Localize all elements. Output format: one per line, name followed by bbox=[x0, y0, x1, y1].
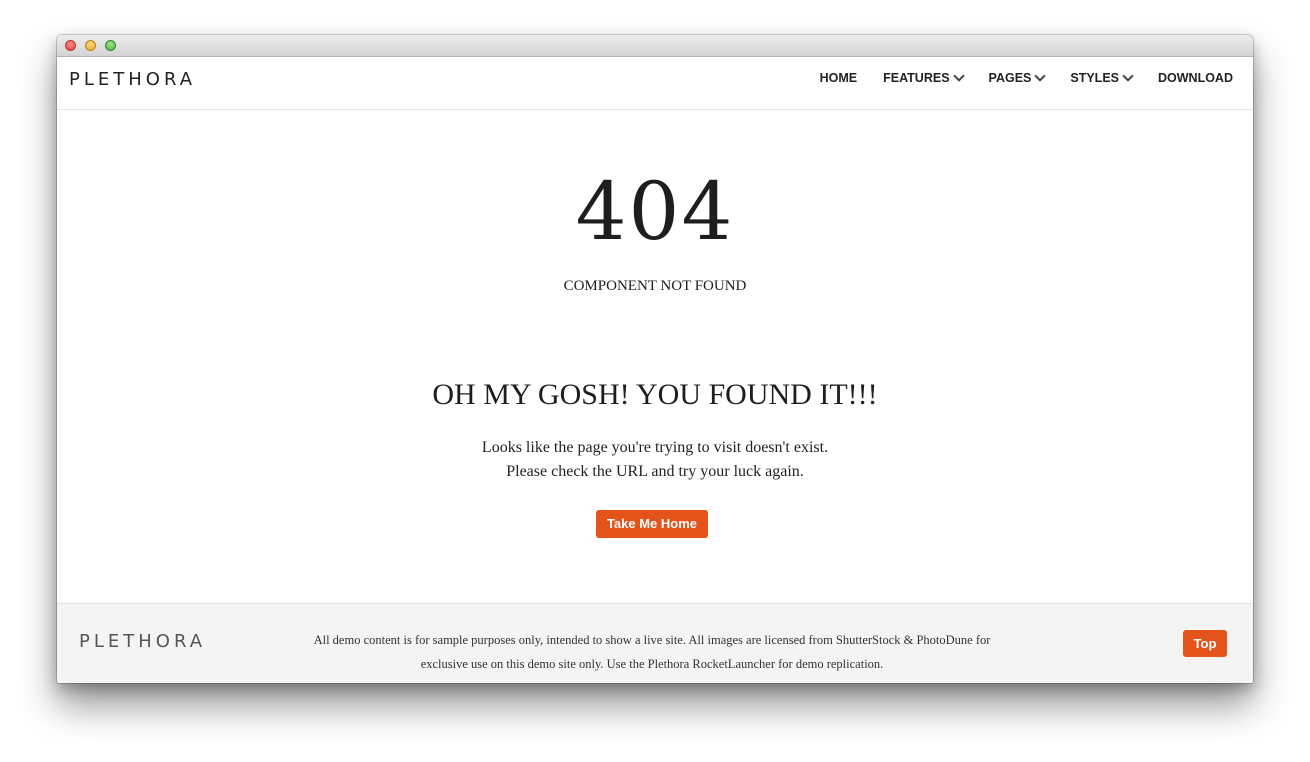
footer-logo[interactable]: PLETHORA bbox=[79, 631, 206, 652]
site-footer: PLETHORA All demo content is for sample … bbox=[57, 603, 1253, 683]
close-window-button[interactable] bbox=[65, 40, 76, 51]
nav-item-home[interactable]: HOME bbox=[820, 71, 858, 85]
nav-item-label: PAGES bbox=[988, 71, 1032, 85]
take-me-home-button[interactable]: Take Me Home bbox=[596, 510, 708, 538]
footer-disclaimer-line: exclusive use on this demo site only. Us… bbox=[420, 657, 884, 671]
browser-window: PLETHORA HOME FEATURES PAGES STYLES DOWN… bbox=[57, 35, 1253, 683]
nav-item-label: FEATURES bbox=[883, 71, 950, 85]
error-message: Looks like the page you're trying to vis… bbox=[57, 436, 1253, 484]
nav-item-label: HOME bbox=[819, 71, 858, 85]
nav-item-pages[interactable]: PAGES bbox=[988, 70, 1047, 85]
chevron-down-icon bbox=[1034, 70, 1047, 82]
main-nav: HOME FEATURES PAGES STYLES DOWNLOAD bbox=[794, 57, 1233, 99]
error-page-content: 404 COMPONENT NOT FOUND OH MY GOSH! YOU … bbox=[57, 110, 1253, 603]
back-to-top-button[interactable]: Top bbox=[1183, 630, 1227, 657]
footer-disclaimer-line: All demo content is for sample purposes … bbox=[313, 633, 991, 647]
error-headline: OH MY GOSH! YOU FOUND IT!!! bbox=[432, 378, 878, 411]
nav-item-styles[interactable]: STYLES bbox=[1070, 70, 1134, 85]
site-logo[interactable]: PLETHORA bbox=[69, 69, 196, 90]
zoom-window-button[interactable] bbox=[105, 40, 116, 51]
nav-item-download[interactable]: DOWNLOAD bbox=[1158, 71, 1233, 85]
minimize-window-button[interactable] bbox=[85, 40, 96, 51]
chevron-down-icon bbox=[952, 70, 965, 82]
chevron-down-icon bbox=[1122, 70, 1134, 82]
error-subtitle: COMPONENT NOT FOUND bbox=[563, 278, 747, 294]
window-titlebar bbox=[57, 35, 1253, 57]
error-code: 404 bbox=[575, 165, 735, 258]
nav-item-label: DOWNLOAD bbox=[1158, 71, 1233, 85]
error-message-line: Please check the URL and try your luck a… bbox=[506, 463, 804, 480]
site-navbar: PLETHORA HOME FEATURES PAGES STYLES DOWN… bbox=[57, 57, 1253, 110]
footer-disclaimer: All demo content is for sample purposes … bbox=[257, 628, 1047, 676]
nav-item-features[interactable]: FEATURES bbox=[883, 70, 965, 85]
error-message-line: Looks like the page you're trying to vis… bbox=[481, 439, 829, 456]
nav-item-label: STYLES bbox=[1070, 71, 1119, 85]
